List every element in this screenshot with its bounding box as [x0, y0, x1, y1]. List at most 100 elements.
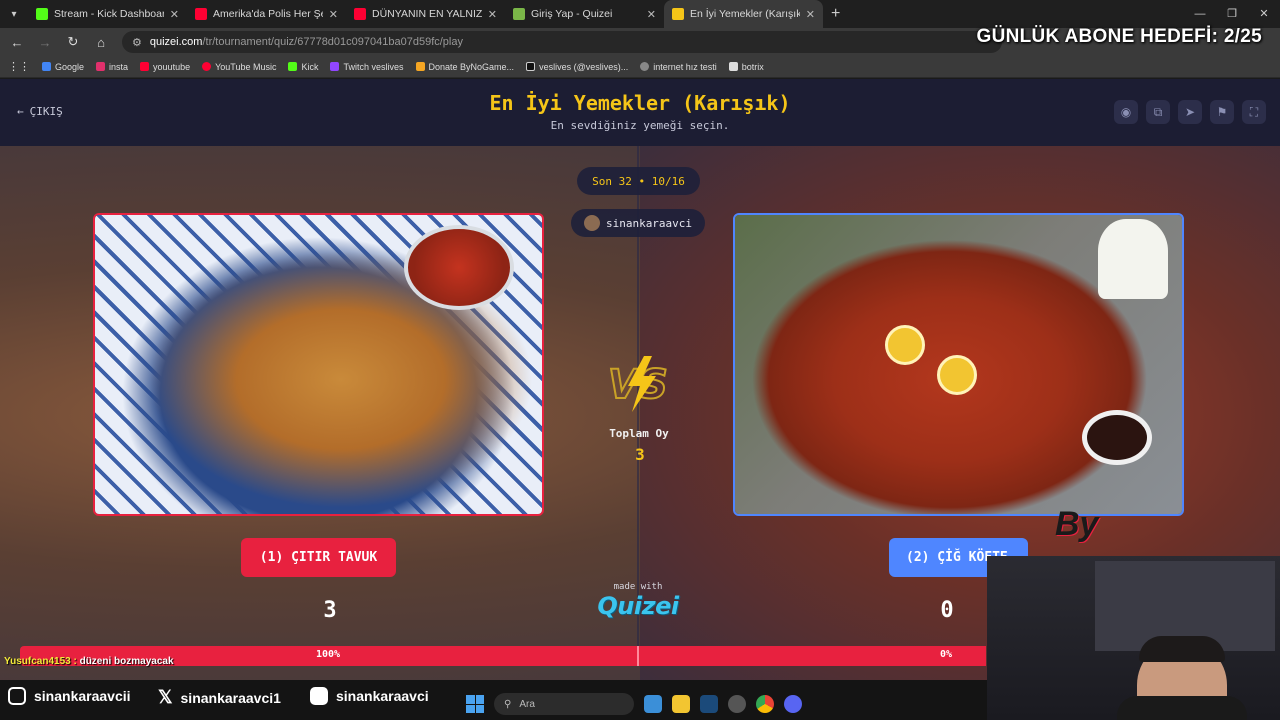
bookmark-item[interactable]: Kick	[288, 62, 318, 72]
taskbar-search[interactable]: ⚲ Ara	[494, 693, 634, 715]
tab-title: Amerika'da Polis Her Şeyi Görüy	[213, 8, 323, 20]
flag-icon[interactable]: ⚑	[1210, 100, 1234, 124]
chat-user: Yusufcan4153 :	[4, 656, 77, 667]
reload-icon[interactable]: ↻	[66, 34, 80, 50]
windows-start-icon[interactable]	[466, 695, 484, 713]
bookmark-label: Google	[55, 61, 85, 72]
bookmark-item[interactable]: botrix	[728, 61, 764, 72]
youtube-icon	[310, 687, 328, 705]
instagram-icon	[8, 687, 26, 705]
url-path: /tr/tournament/quiz/67778d01c097041ba07d…	[202, 36, 463, 48]
avatar	[583, 215, 600, 231]
bookmark-item[interactable]: YouTube Music	[202, 62, 276, 72]
fried-chicken-image	[95, 215, 542, 514]
site-info-icon[interactable]: ⚙	[132, 36, 142, 49]
bookmark-item[interactable]: Google	[42, 62, 84, 72]
user-badge: sinankaraavci	[571, 209, 705, 237]
subscriber-goal-overlay: GÜNLÜK ABONE HEDEFİ: 2/25	[976, 26, 1262, 47]
close-icon[interactable]: ✕	[806, 8, 815, 21]
forward-icon[interactable]: →	[38, 35, 52, 50]
score-right: 0	[940, 598, 954, 623]
social-instagram: sinankaraavcii	[8, 687, 131, 705]
window-controls: — ❐ ✕	[1184, 0, 1280, 28]
bookmark-item[interactable]: internet hız testi	[640, 62, 717, 72]
username: sinankaraavci	[605, 216, 693, 230]
chat-message: Yusufcan4153 : düzeni bozmayacak	[4, 656, 174, 667]
social-handle: sinankaraavcii	[34, 688, 131, 704]
youtube-icon	[195, 8, 207, 20]
header-actions: ◉ ⧉ ➤ ⚑ ⛶	[1114, 100, 1266, 124]
tiktok-icon	[526, 62, 536, 71]
streamer-hair	[1139, 636, 1225, 662]
copy-icon[interactable]: ⧉	[1146, 100, 1170, 124]
bookmark-label: botrix	[741, 61, 764, 72]
quizei-logo: Quizei	[597, 592, 679, 620]
choice-button-left[interactable]: (1) ÇITIR TAVUK	[241, 538, 396, 577]
search-placeholder: Ara	[519, 698, 535, 710]
quiz-subtitle: En sevdiğiniz yemeği seçin.	[550, 119, 730, 132]
minimize-icon[interactable]: —	[1184, 0, 1216, 28]
made-with-badge[interactable]: made with Quizei	[590, 582, 686, 620]
search-icon: ⚲	[504, 698, 512, 710]
bookmark-label: internet hız testi	[653, 61, 717, 72]
lemon-slice	[885, 325, 925, 365]
quiz-header: ← ÇIKIŞ En İyi Yemekler (Karışık) En sev…	[0, 79, 1280, 146]
browser-tab-active[interactable]: En İyi Yemekler (Karışık) - Tier L ✕	[664, 0, 823, 28]
browser-tab[interactable]: DÜNYANIN EN YALNIZ EVİNDE ✕	[346, 0, 505, 28]
close-icon[interactable]: ✕	[488, 8, 497, 21]
pomegranate-sauce-bowl	[1082, 410, 1152, 465]
back-icon[interactable]: ←	[10, 35, 24, 50]
new-tab-button[interactable]: +	[823, 5, 848, 23]
lemon-slice	[937, 355, 977, 395]
bookmarks-bar: ⋮⋮ Google insta youutube YouTube Music K…	[0, 56, 1280, 78]
browser-tab[interactable]: Amerika'da Polis Her Şeyi Görüy ✕	[187, 0, 346, 28]
url-host: quizei.com	[149, 36, 203, 48]
social-handle: sinankaraavci	[336, 688, 429, 704]
chat-text: düzeni bozmayacak	[79, 656, 174, 667]
close-icon[interactable]: ✕	[647, 8, 656, 21]
option-card-left[interactable]	[93, 213, 544, 516]
bookmark-item[interactable]: Donate ByNoGame...	[415, 61, 515, 72]
home-icon[interactable]: ⌂	[94, 35, 108, 50]
eye-icon[interactable]: ◉	[1114, 100, 1138, 124]
widgets-icon[interactable]	[644, 695, 662, 713]
apps-icon[interactable]: ⋮⋮	[8, 60, 30, 73]
folder-icon[interactable]	[672, 695, 690, 713]
share-icon[interactable]: ➤	[1178, 100, 1202, 124]
quizei-icon	[672, 8, 684, 20]
maximize-icon[interactable]: ❐	[1216, 0, 1248, 28]
tab-title: DÜNYANIN EN YALNIZ EVİNDE	[372, 8, 482, 20]
browser-tab[interactable]: Giriş Yap - Quizei ✕	[505, 0, 664, 28]
bookmark-item[interactable]: insta	[96, 62, 128, 72]
obs-icon[interactable]	[728, 695, 746, 713]
bookmark-item[interactable]: youutube	[140, 62, 190, 72]
discord-icon[interactable]	[784, 695, 802, 713]
bookmark-item[interactable]: Twitch veslives	[330, 61, 404, 72]
round-indicator: Son 32 • 10/16	[577, 167, 700, 195]
webcam-overlay	[987, 556, 1280, 720]
option-card-right[interactable]	[733, 213, 1184, 516]
sauce-bowl	[404, 225, 514, 310]
browser-tab[interactable]: Stream - Kick Dashboard ✕	[28, 0, 187, 28]
kick-icon	[36, 8, 48, 20]
close-window-icon[interactable]: ✕	[1248, 0, 1280, 28]
browser-tab-bar: ▾ Stream - Kick Dashboard ✕ Amerika'da P…	[0, 0, 1280, 28]
youtube-icon	[140, 62, 150, 71]
bookmark-label: Twitch veslives	[343, 61, 404, 72]
fullscreen-icon[interactable]: ⛶	[1242, 100, 1266, 124]
tab-title: En İyi Yemekler (Karışık) - Tier L	[690, 8, 800, 20]
social-youtube: sinankaraavci	[310, 687, 429, 705]
bookmark-item[interactable]: veslives (@veslives)...	[526, 62, 628, 72]
chrome-icon[interactable]	[756, 695, 774, 713]
close-icon[interactable]: ✕	[170, 8, 179, 21]
url-field[interactable]: ⚙ quizei.com/tr/tournament/quiz/67778d01…	[122, 31, 1002, 53]
x-icon: 𝕏	[158, 687, 173, 707]
bookmark-label: Donate ByNoGame...	[428, 61, 515, 72]
by-logo: By	[1055, 505, 1099, 543]
percent-left: 100%	[316, 649, 341, 660]
streamer-shirt	[1117, 696, 1247, 720]
steam-icon[interactable]	[700, 695, 718, 713]
donate-icon	[415, 62, 425, 71]
tab-search-icon[interactable]: ▾	[0, 0, 28, 28]
close-icon[interactable]: ✕	[329, 8, 338, 21]
